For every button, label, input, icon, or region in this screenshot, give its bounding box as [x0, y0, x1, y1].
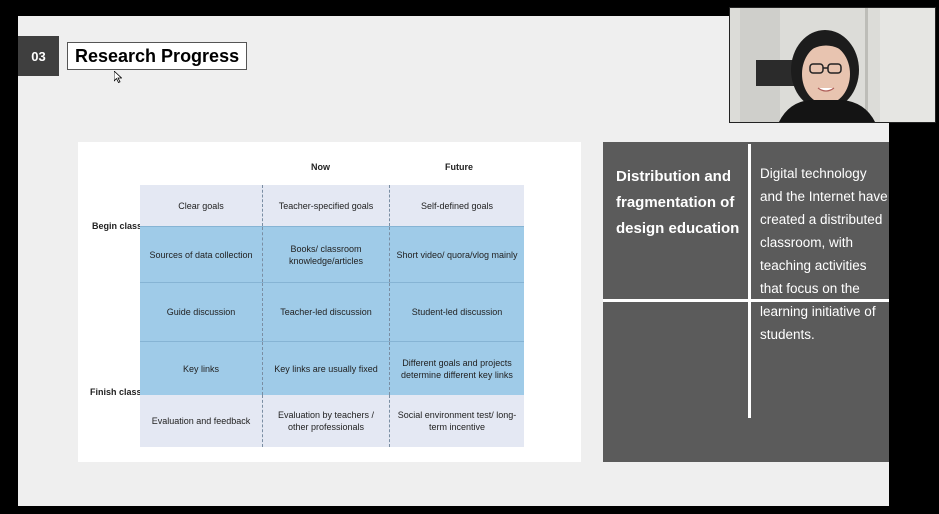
presenter-video-image: [730, 8, 935, 122]
table-row: Key links Key links are usually fixed Di…: [140, 341, 524, 395]
summary-panel: Distribution and fragmentation of design…: [603, 142, 889, 462]
comparison-table-panel: Now Future Begin class Finish class Clea…: [78, 142, 581, 462]
table-cell: Evaluation by teachers / other professio…: [262, 395, 389, 447]
table-cell: Books/ classroom knowledge/articles: [262, 227, 389, 282]
vertical-divider: [748, 144, 751, 418]
table-cell: Teacher-led discussion: [262, 283, 389, 341]
table-cell: Student-led discussion: [389, 283, 524, 341]
table-cell: Key links: [182, 363, 219, 374]
table-cell: Key links are usually fixed: [262, 342, 389, 395]
summary-title: Distribution and fragmentation of design…: [616, 168, 740, 237]
webcam-video-feed: [729, 7, 936, 123]
table-row: Guide discussion Teacher-led discussion …: [140, 282, 524, 341]
column-header-future: Future: [445, 162, 473, 172]
table-cell: Clear goals: [178, 200, 224, 211]
comparison-grid: Clear goals Teacher-specified goals Self…: [140, 185, 524, 447]
table-cell: Evaluation and feedback: [151, 416, 251, 426]
table-cell: Social environment test/ long-term incen…: [389, 395, 524, 447]
begin-class-label: Begin class: [92, 221, 143, 231]
table-cell: Teacher-specified goals: [262, 185, 389, 226]
table-cell: Self-defined goals: [389, 185, 524, 226]
section-title: Research Progress: [67, 42, 248, 70]
section-number: 03: [18, 36, 59, 76]
table-cell: Short video/ quora/vlog mainly: [389, 227, 524, 282]
table-cell: Guide discussion: [166, 307, 236, 317]
table-cell: Sources of data collection: [149, 249, 253, 260]
mouse-cursor-icon: [114, 71, 122, 83]
table-cell: Different goals and projects determine d…: [389, 342, 524, 395]
table-row: Evaluation and feedback Evaluation by te…: [140, 395, 524, 447]
column-header-now: Now: [311, 162, 330, 172]
finish-class-label: Finish class: [90, 387, 142, 397]
summary-text: Digital technology and the Internet have…: [760, 166, 888, 342]
table-row: Sources of data collection Books/ classr…: [140, 226, 524, 282]
table-row: Clear goals Teacher-specified goals Self…: [140, 185, 524, 226]
